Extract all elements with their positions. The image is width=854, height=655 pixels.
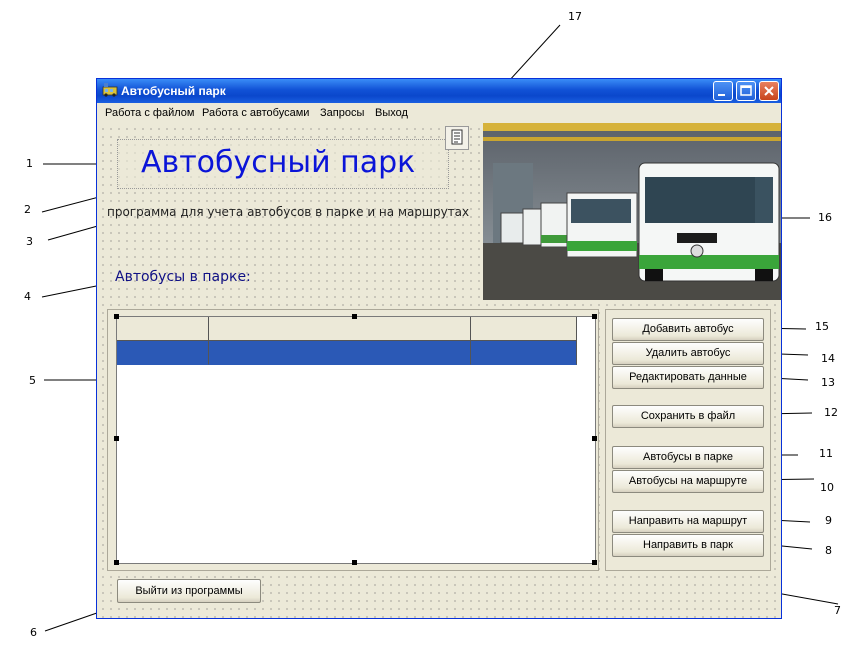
edit-data-button[interactable]: Редактировать данные bbox=[612, 366, 764, 389]
send-to-route-button[interactable]: Направить на маршрут bbox=[612, 510, 764, 533]
grid-header-cell[interactable] bbox=[471, 317, 577, 341]
delete-bus-button[interactable]: Удалить автобус bbox=[612, 342, 764, 365]
callout-16: 16 bbox=[818, 211, 832, 224]
callout-3: 3 bbox=[26, 235, 33, 248]
selection-handle[interactable] bbox=[114, 314, 119, 319]
menu-bar: Работа с файлом Работа с автобусами Запр… bbox=[97, 103, 781, 123]
grid-selected-row[interactable] bbox=[117, 341, 577, 365]
callout-1: 1 bbox=[26, 157, 33, 170]
app-window: Автобусный парк Работа с файлом Работа с… bbox=[96, 78, 782, 619]
selection-handle[interactable] bbox=[114, 436, 119, 441]
buses-section-label: Автобусы в парке: bbox=[115, 269, 251, 285]
bus-photo bbox=[483, 123, 781, 300]
menu-buses[interactable]: Работа с автобусами bbox=[202, 107, 309, 119]
grid-panel bbox=[107, 309, 599, 571]
grid-cell[interactable] bbox=[209, 341, 471, 365]
selection-handle[interactable] bbox=[592, 436, 597, 441]
menu-exit[interactable]: Выход bbox=[375, 107, 408, 119]
callout-12: 12 bbox=[824, 406, 838, 419]
close-button[interactable] bbox=[759, 81, 779, 101]
callout-6: 6 bbox=[30, 626, 37, 639]
minimize-button[interactable] bbox=[713, 81, 733, 101]
callout-4: 4 bbox=[24, 290, 31, 303]
maximize-button[interactable] bbox=[736, 81, 756, 101]
selection-handle[interactable] bbox=[592, 314, 597, 319]
grid-header-cell[interactable] bbox=[117, 317, 209, 341]
callout-8: 8 bbox=[825, 544, 832, 557]
form-client-area: Автобусный парк программа для учета авто… bbox=[97, 123, 781, 618]
document-icon bbox=[451, 129, 463, 145]
exit-program-button[interactable]: Выйти из программы bbox=[117, 579, 261, 603]
callout-10: 10 bbox=[820, 481, 834, 494]
close-icon bbox=[764, 86, 774, 96]
maximize-icon bbox=[740, 85, 752, 96]
selection-handle[interactable] bbox=[114, 560, 119, 565]
callout-11: 11 bbox=[819, 447, 833, 460]
grid-cell[interactable] bbox=[117, 341, 209, 365]
callout-14: 14 bbox=[821, 352, 835, 365]
selection-handle[interactable] bbox=[592, 560, 597, 565]
send-to-park-button[interactable]: Направить в парк bbox=[612, 534, 764, 557]
menu-queries[interactable]: Запросы bbox=[320, 107, 364, 119]
menu-file[interactable]: Работа с файлом bbox=[105, 107, 194, 119]
callout-13: 13 bbox=[821, 376, 835, 389]
buses-on-route-button[interactable]: Автобусы на маршруте bbox=[612, 470, 764, 493]
callout-17: 17 bbox=[568, 10, 582, 23]
buses-grid[interactable] bbox=[116, 316, 596, 564]
minimize-icon bbox=[718, 94, 725, 96]
add-bus-button[interactable]: Добавить автобус bbox=[612, 318, 764, 341]
logo-title: Автобусный парк bbox=[141, 145, 416, 180]
callout-15: 15 bbox=[815, 320, 829, 333]
window-title: Автобусный парк bbox=[121, 84, 226, 98]
title-bar[interactable]: Автобусный парк bbox=[97, 79, 781, 103]
bus-depot-image bbox=[483, 123, 781, 300]
buttons-panel: Добавить автобус Удалить автобус Редакти… bbox=[605, 309, 771, 571]
callout-9: 9 bbox=[825, 514, 832, 527]
callout-2: 2 bbox=[24, 203, 31, 216]
grid-header-row bbox=[117, 317, 577, 341]
app-icon bbox=[102, 83, 118, 97]
selection-handle[interactable] bbox=[352, 560, 357, 565]
memo-component-icon[interactable] bbox=[445, 126, 469, 150]
save-file-button[interactable]: Сохранить в файл bbox=[612, 405, 764, 428]
callout-5: 5 bbox=[29, 374, 36, 387]
callout-7: 7 bbox=[834, 604, 841, 617]
selection-handle[interactable] bbox=[352, 314, 357, 319]
buses-in-park-button[interactable]: Автобусы в парке bbox=[612, 446, 764, 469]
grid-header-cell[interactable] bbox=[209, 317, 471, 341]
grid-cell[interactable] bbox=[471, 341, 577, 365]
program-subtitle: программа для учета автобусов в парке и … bbox=[107, 205, 470, 219]
